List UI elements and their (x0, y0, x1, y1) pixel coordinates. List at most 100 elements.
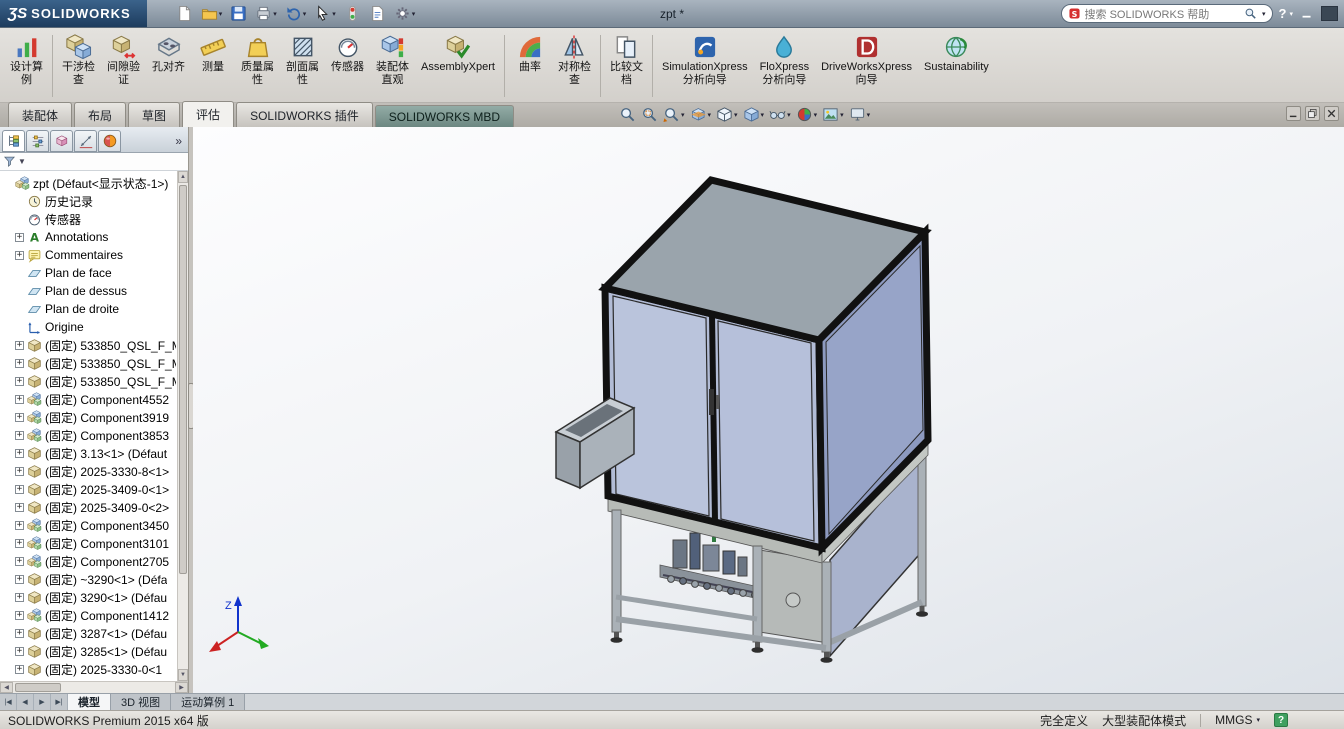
assembly-visualization-button[interactable]: 装配体 直观 (370, 31, 415, 101)
tree-item[interactable]: 历史记录 (15, 192, 176, 210)
panel-tab-feature-manager[interactable] (2, 130, 25, 152)
measure-button[interactable]: 测量 (191, 31, 235, 101)
simulationxpress-button[interactable]: SimulationXpress 分析向导 (656, 31, 754, 101)
tree-item[interactable]: +(固定) 3.13<1> (Défaut (15, 444, 176, 462)
dropdown-arrow-icon[interactable]: ▾ (332, 10, 336, 18)
tree-item[interactable]: +(固定) ~3290<1> (Défa (15, 570, 176, 588)
expand-icon[interactable]: + (15, 503, 24, 512)
new-document-button[interactable] (173, 3, 196, 24)
app-minimize-button[interactable] (1299, 6, 1315, 22)
tab-solidworks-addins[interactable]: SOLIDWORKS 插件 (236, 102, 373, 127)
tree-item[interactable]: +(固定) 3287<1> (Défau (15, 624, 176, 642)
mass-properties-button[interactable]: 质量属 性 (235, 31, 280, 101)
design-study-button[interactable]: 设计算 例 (4, 31, 49, 101)
tree-item[interactable]: Plan de droite (15, 300, 176, 318)
expand-icon[interactable]: + (15, 449, 24, 458)
tree-filter-row[interactable]: ▼ (0, 153, 188, 171)
expand-icon[interactable]: + (15, 233, 24, 242)
curvature-button[interactable]: 曲率 (508, 31, 552, 101)
tree-item[interactable]: +(固定) Component3450 (15, 516, 176, 534)
section-properties-button[interactable]: 剖面属 性 (280, 31, 325, 101)
tree-item[interactable]: +(固定) 533850_QSL_F_M (15, 372, 176, 390)
app-close-button[interactable] (1321, 6, 1338, 21)
panel-tab-property-manager[interactable] (26, 130, 49, 152)
save-button[interactable] (227, 3, 250, 24)
panel-tab-configuration-manager[interactable] (50, 130, 73, 152)
tree-item[interactable]: Plan de face (15, 264, 176, 282)
undo-button[interactable]: ▾ (282, 3, 310, 24)
zoom-to-area-button[interactable] (640, 105, 659, 124)
graphics-viewport[interactable]: Z (193, 127, 1344, 693)
hide-show-items-button[interactable]: ▾ (768, 105, 792, 124)
tree-item[interactable]: +(固定) 3285<1> (Défau (15, 642, 176, 660)
tab-solidworks-mbd[interactable]: SOLIDWORKS MBD (375, 105, 514, 127)
doc-tab-motion-study-1[interactable]: 运动算例 1 (171, 694, 245, 710)
expand-icon[interactable]: + (15, 395, 24, 404)
expand-icon[interactable]: + (15, 557, 24, 566)
tree-item[interactable]: +(固定) 2025-3409-0<2> (15, 498, 176, 516)
expand-icon[interactable]: + (15, 611, 24, 620)
dropdown-arrow-icon[interactable]: ▾ (219, 10, 223, 18)
viewport-canvas[interactable]: Z (193, 127, 1344, 693)
expand-icon[interactable]: + (15, 665, 24, 674)
interference-detection-button[interactable]: 干涉检 查 (56, 31, 101, 101)
expand-icon[interactable]: + (15, 647, 24, 656)
tree-item[interactable]: +(固定) 2025-3409-0<1> (15, 480, 176, 498)
expand-icon[interactable]: + (15, 359, 24, 368)
panel-tab-dimxpert-manager[interactable] (74, 130, 97, 152)
tree-item[interactable]: zpt (Défaut<显示状态-1>) (3, 174, 176, 192)
tree-item[interactable]: +Commentaires (15, 246, 176, 264)
scroll-thumb[interactable] (179, 185, 187, 574)
dropdown-arrow-icon[interactable]: ▾ (814, 111, 818, 119)
scroll-right-icon[interactable]: ▶ (175, 682, 188, 693)
dropdown-arrow-icon[interactable]: ▾ (708, 111, 712, 119)
search-dropdown-icon[interactable]: ▾ (1262, 10, 1266, 18)
zoom-to-fit-button[interactable] (618, 105, 637, 124)
expand-icon[interactable]: + (15, 575, 24, 584)
help-button[interactable]: ? ▾ (1279, 6, 1293, 21)
floxpress-button[interactable]: FloXpress 分析向导 (754, 31, 816, 101)
tree-item[interactable]: +(固定) Component3919 (15, 408, 176, 426)
tab-layout[interactable]: 布局 (74, 102, 126, 127)
tree-item[interactable]: +(固定) 3290<1> (Défau (15, 588, 176, 606)
expand-icon[interactable]: + (15, 539, 24, 548)
status-help-icon[interactable]: ? (1274, 713, 1288, 727)
tree-item[interactable]: +AAnnotations (15, 228, 176, 246)
doc-tab-3d-views[interactable]: 3D 视图 (111, 694, 171, 710)
expand-icon[interactable]: + (15, 467, 24, 476)
tree-item[interactable]: +(固定) Component1412 (15, 606, 176, 624)
expand-icon[interactable]: + (15, 521, 24, 530)
scroll-left-icon[interactable]: ◀ (0, 682, 13, 693)
options-button[interactable]: ▾ (391, 3, 419, 24)
expand-icon[interactable]: + (15, 251, 24, 260)
dropdown-arrow-icon[interactable]: ▾ (303, 10, 307, 18)
tree-item[interactable]: +(固定) Component2705 (15, 552, 176, 570)
edit-appearance-button[interactable]: ▾ (795, 105, 819, 124)
tab-sketch[interactable]: 草图 (128, 102, 180, 127)
expand-icon[interactable]: + (15, 593, 24, 602)
dropdown-arrow-icon[interactable]: ▾ (412, 10, 416, 18)
tree-item[interactable]: +(固定) Component3853 (15, 426, 176, 444)
tab-nav-first-button[interactable]: |◀ (0, 694, 17, 710)
doc-tab-model[interactable]: 模型 (68, 694, 111, 710)
tree-item[interactable]: +(固定) 533850_QSL_F_M (15, 336, 176, 354)
display-style-button[interactable]: ▾ (742, 105, 766, 124)
clearance-verification-button[interactable]: 间隙验 证 (101, 31, 146, 101)
scroll-up-icon[interactable]: ▲ (178, 171, 188, 183)
tree-horizontal-scrollbar[interactable]: ◀ ▶ (0, 681, 188, 693)
expand-icon[interactable]: + (15, 377, 24, 386)
tree-item[interactable]: +(固定) Component4552 (15, 390, 176, 408)
tree-item[interactable]: +(固定) 533850_QSL_F_M (15, 354, 176, 372)
tree-vertical-scrollbar[interactable]: ▲ ▼ (177, 171, 188, 681)
more-panel-tabs-button[interactable]: » (171, 134, 186, 148)
rebuild-button[interactable] (341, 3, 364, 24)
view-settings-button[interactable]: ▾ (848, 105, 872, 124)
tree-item[interactable]: +(固定) Component3101 (15, 534, 176, 552)
expand-icon[interactable]: + (15, 485, 24, 494)
sustainability-button[interactable]: Sustainability (918, 31, 995, 101)
dropdown-arrow-icon[interactable]: ▾ (681, 111, 685, 119)
open-button[interactable]: ▾ (198, 3, 226, 24)
filter-dropdown-icon[interactable]: ▼ (18, 157, 26, 166)
tab-evaluate[interactable]: 评估 (182, 101, 234, 127)
sensor-button[interactable]: 传感器 (325, 31, 370, 101)
